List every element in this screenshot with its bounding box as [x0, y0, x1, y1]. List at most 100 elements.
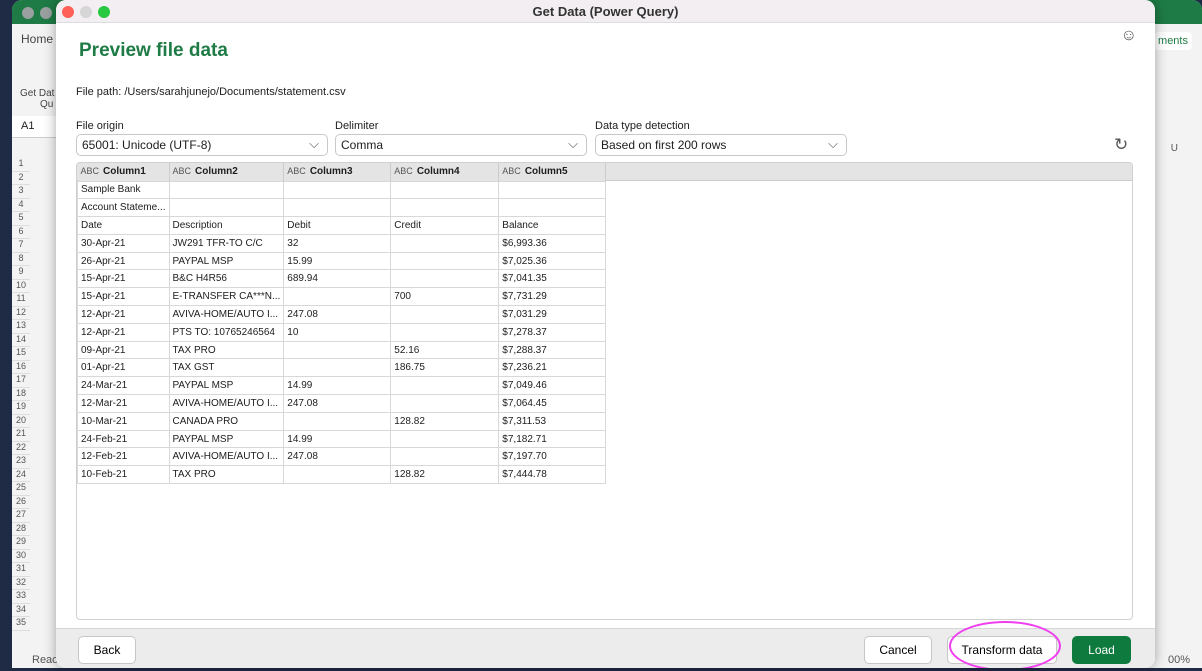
column-header[interactable]: ABC Column4	[390, 163, 500, 181]
table-cell: $7,444.78	[498, 465, 607, 485]
table-cell: 26-Apr-21	[77, 251, 170, 271]
table-cell: 24-Mar-21	[77, 376, 170, 396]
column-name: Column4	[416, 166, 460, 178]
row-number[interactable]: 3	[12, 185, 30, 199]
table-cell: PAYPAL MSP	[168, 251, 285, 271]
table-cell: Date	[77, 216, 170, 235]
refresh-icon[interactable]: ↻	[1114, 135, 1128, 155]
row-number[interactable]: 20	[12, 415, 30, 428]
table-cell: 128.82	[390, 411, 500, 431]
row-number[interactable]: 14	[12, 334, 30, 347]
row-number[interactable]: 18	[12, 388, 30, 401]
delimiter-value: Comma	[341, 138, 384, 152]
table-cell	[168, 180, 285, 200]
delimiter-select[interactable]: Comma ⌵	[335, 134, 587, 156]
row-number[interactable]: 23	[12, 455, 30, 469]
row-number[interactable]: 31	[12, 563, 30, 577]
comments-button[interactable]: ments	[1154, 32, 1192, 50]
row-number[interactable]: 32	[12, 577, 30, 590]
smiley-icon[interactable]: ☺	[1121, 27, 1137, 45]
column-header[interactable]: ABC Column5	[498, 163, 607, 181]
table-row: 10-Mar-21 CANADA PRO 128.82 $7,311.53	[77, 411, 607, 431]
column-header[interactable]: ABC Column2	[169, 163, 285, 181]
text-type-icon: ABC	[394, 166, 413, 177]
row-number[interactable]: 15	[12, 347, 30, 361]
row-number[interactable]: 25	[12, 482, 30, 496]
row-number[interactable]: 7	[12, 239, 30, 253]
table-cell: 10-Mar-21	[77, 411, 170, 431]
row-number[interactable]: 34	[12, 604, 30, 617]
row-number[interactable]: 8	[12, 253, 30, 266]
minimize-window-button[interactable]	[80, 6, 92, 18]
preview-table: ABC Column1 ABC Column2 ABC Column3 ABC Column4…	[77, 163, 607, 485]
row-number[interactable]: 30	[12, 550, 30, 563]
table-cell	[283, 198, 392, 218]
row-number[interactable]: 10	[12, 280, 30, 293]
row-number[interactable]: 22	[12, 442, 30, 455]
ribbon-tab-home[interactable]: Home	[21, 32, 53, 46]
row-number[interactable]: 19	[12, 401, 30, 415]
type-detection-select[interactable]: Based on first 200 rows ⌵	[595, 134, 847, 156]
get-data-label: Qu	[40, 99, 54, 110]
table-row: 12-Feb-21 AVIVA-HOME/AUTO I... 247.08 $7,19…	[77, 447, 607, 467]
row-number[interactable]: 27	[12, 509, 30, 523]
row-number[interactable]: 13	[12, 320, 30, 334]
zoom-window-button[interactable]	[98, 6, 110, 18]
table-cell: Description	[168, 216, 285, 235]
file-origin-value: 65001: Unicode (UTF-8)	[82, 138, 212, 152]
row-number[interactable]: 24	[12, 469, 30, 482]
get-data-button[interactable]: Get Dat Qu	[20, 88, 54, 110]
table-cell	[390, 251, 500, 271]
row-number[interactable]: 29	[12, 536, 30, 550]
row-number[interactable]: 6	[12, 226, 30, 239]
row-number[interactable]: 35	[12, 617, 30, 631]
row-number[interactable]: 16	[12, 361, 30, 374]
table-cell: B&C H4R56	[168, 269, 285, 289]
transform-data-button[interactable]: Transform data	[947, 636, 1057, 664]
table-cell: AVIVA-HOME/AUTO I...	[168, 305, 285, 324]
table-cell: $7,064.45	[498, 394, 607, 413]
table-cell: 186.75	[390, 358, 500, 378]
row-number[interactable]: 33	[12, 590, 30, 604]
table-cell: $7,278.37	[498, 322, 607, 342]
row-number[interactable]: 9	[12, 266, 30, 280]
row-number[interactable]: 5	[12, 212, 30, 226]
table-cell: 15.99	[283, 251, 392, 271]
table-cell: CANADA PRO	[168, 411, 285, 431]
table-row: Sample Bank	[77, 180, 607, 200]
table-cell: TAX PRO	[168, 340, 285, 360]
file-origin-label: File origin	[76, 120, 124, 132]
table-row: Account Stateme...	[77, 198, 607, 218]
row-number[interactable]: 2	[12, 172, 30, 185]
row-number[interactable]: 26	[12, 496, 30, 509]
delimiter-label: Delimiter	[335, 120, 379, 132]
table-cell: $7,031.29	[498, 305, 607, 324]
close-window-button[interactable]	[62, 6, 74, 18]
table-cell: PTS TO: 10765246564	[168, 322, 285, 342]
cancel-button[interactable]: Cancel	[864, 636, 932, 664]
row-number[interactable]: 1	[12, 158, 30, 172]
row-number[interactable]: 21	[12, 428, 30, 442]
table-cell: Credit	[390, 216, 500, 235]
column-header[interactable]: ABC Column3	[283, 163, 392, 181]
table-cell	[390, 447, 500, 467]
table-cell	[390, 322, 500, 342]
table-cell	[168, 198, 285, 218]
load-button[interactable]: Load	[1072, 636, 1131, 664]
table-cell: $7,182.71	[498, 429, 607, 449]
table-cell: 12-Apr-21	[77, 322, 170, 342]
table-row: 15-Apr-21 E-TRANSFER CA***N... 700 $7,731.2…	[77, 287, 607, 307]
file-origin-select[interactable]: 65001: Unicode (UTF-8) ⌵	[76, 134, 328, 156]
back-button[interactable]: Back	[78, 636, 136, 664]
column-header[interactable]: ABC Column1	[77, 163, 170, 181]
table-cell: TAX PRO	[168, 465, 285, 485]
row-number[interactable]: 12	[12, 307, 30, 320]
table-cell: 12-Apr-21	[77, 305, 170, 324]
row-number[interactable]: 28	[12, 523, 30, 536]
row-number[interactable]: 11	[12, 293, 30, 307]
row-number[interactable]: 4	[12, 199, 30, 212]
table-cell	[498, 198, 607, 218]
table-cell: 09-Apr-21	[77, 340, 170, 360]
row-number[interactable]: 17	[12, 374, 30, 388]
type-detection-value: Based on first 200 rows	[601, 138, 727, 152]
